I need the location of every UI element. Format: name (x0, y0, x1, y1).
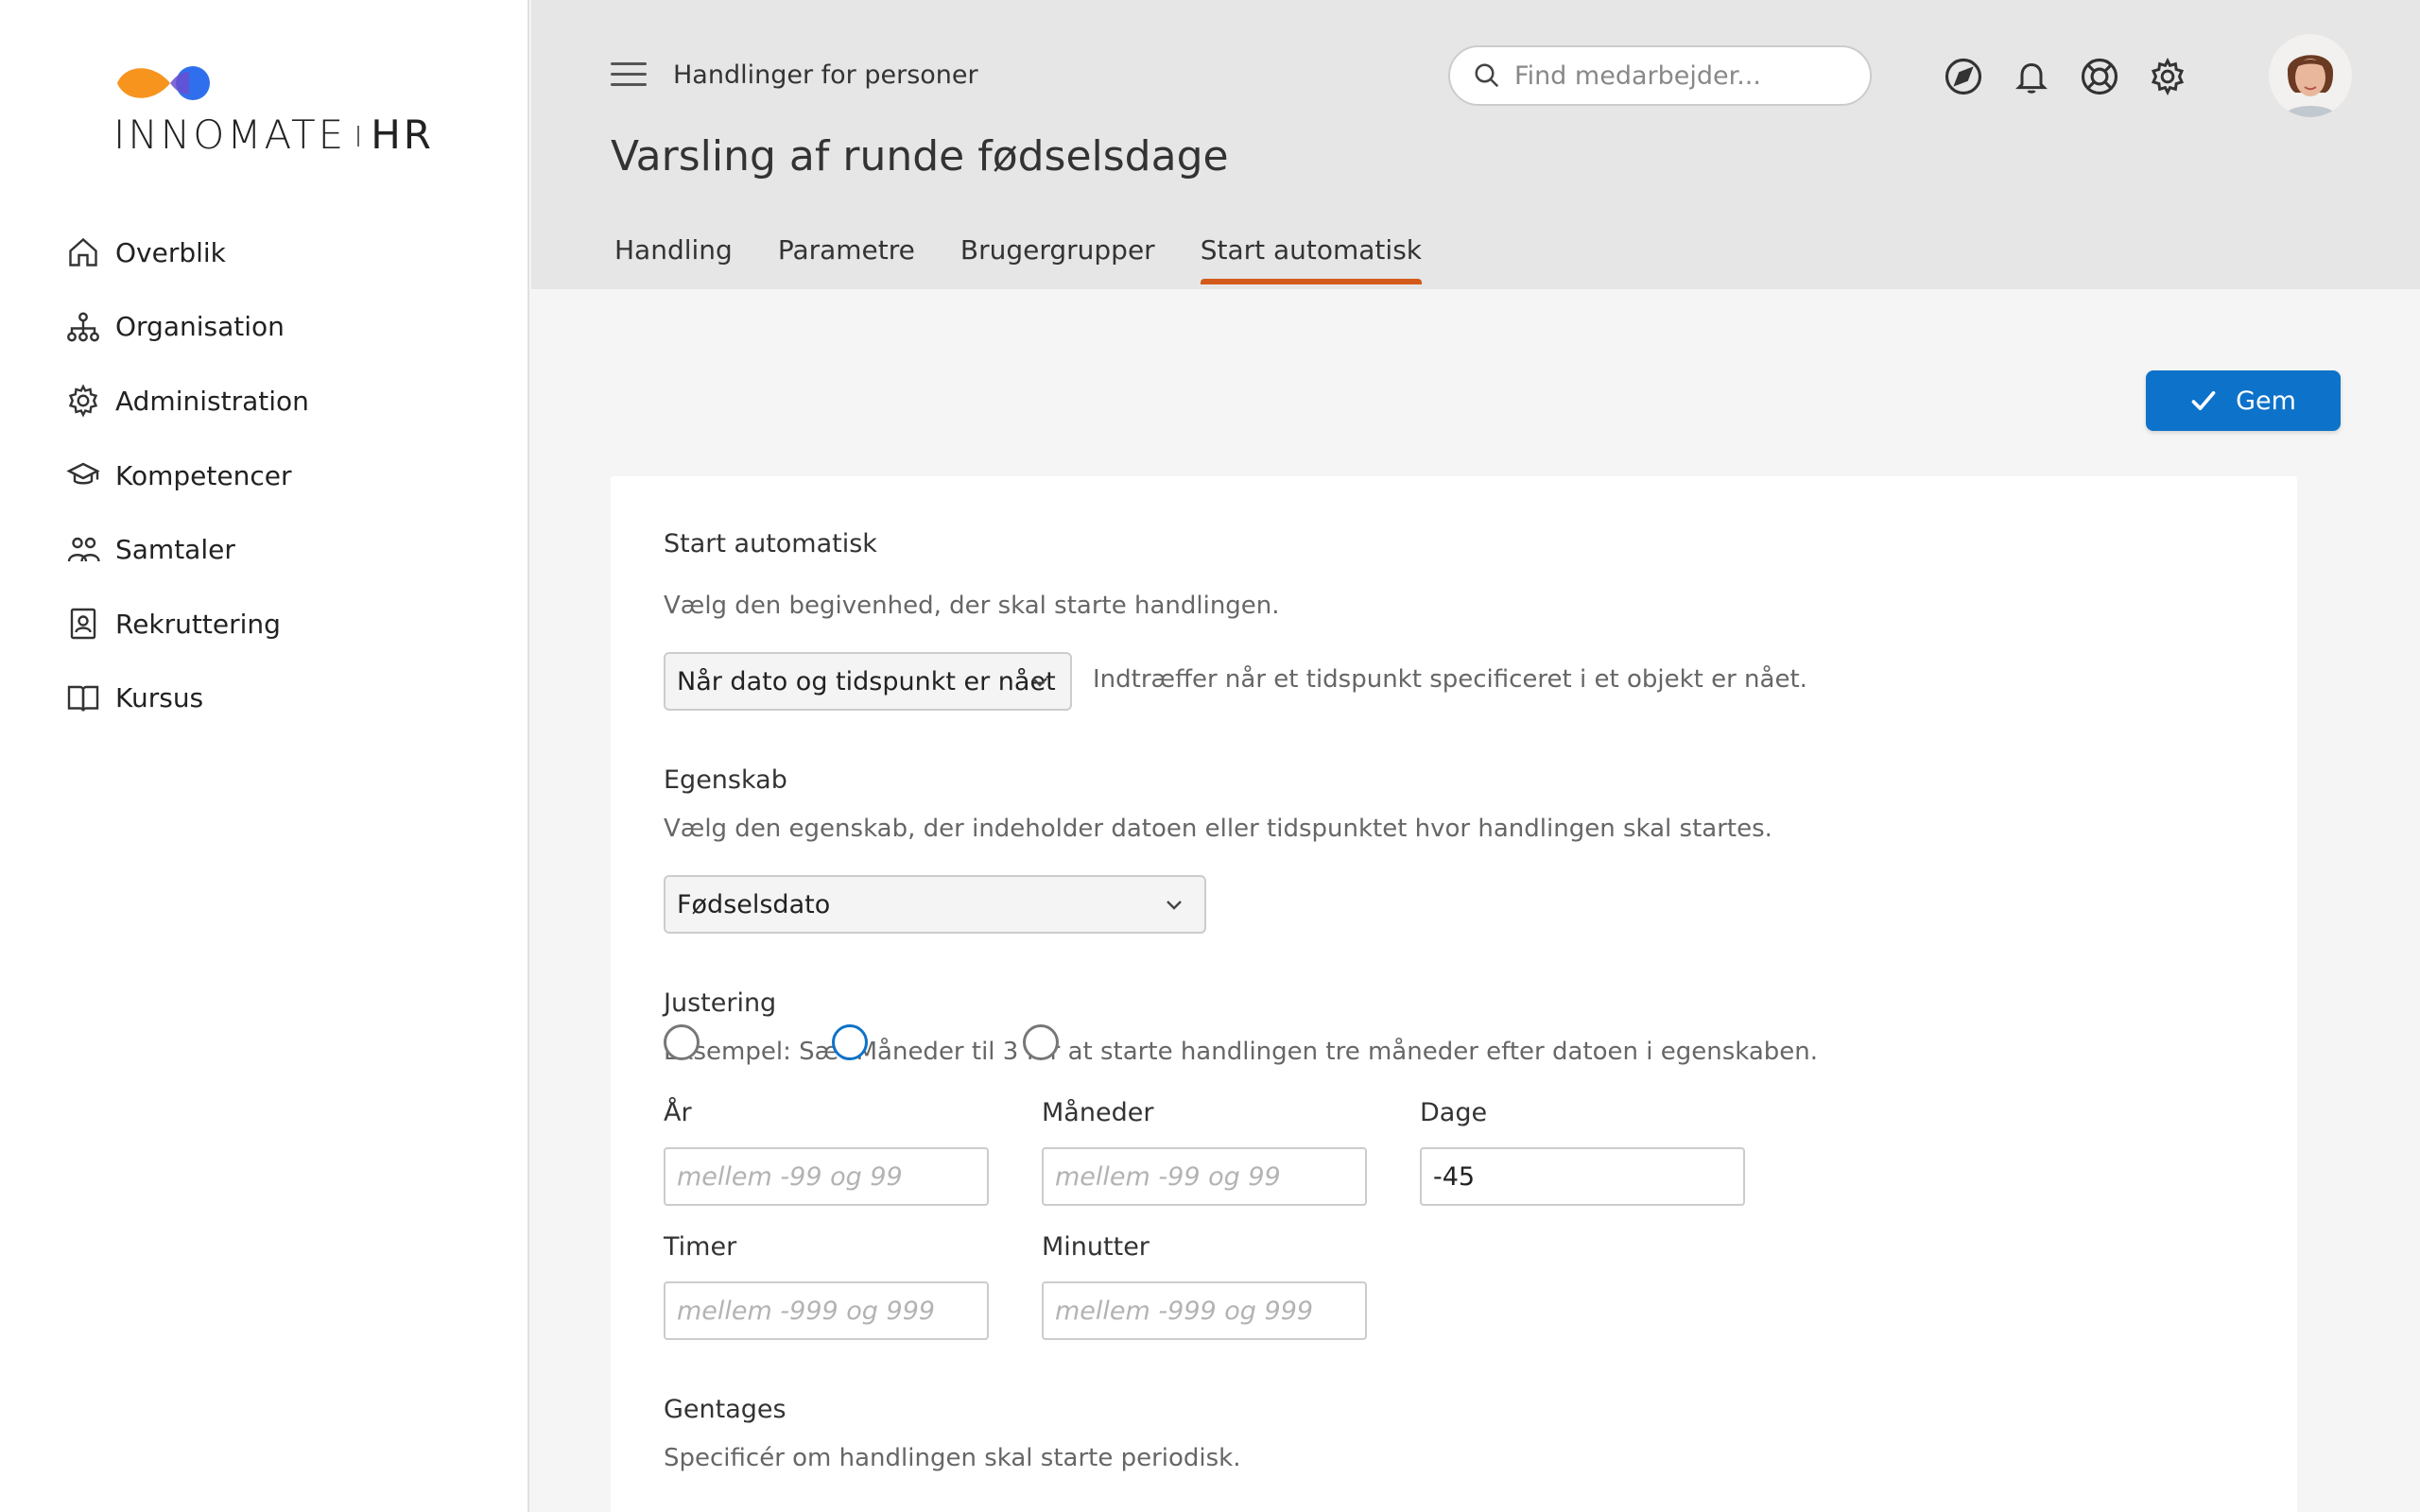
search-box[interactable] (1448, 45, 1872, 106)
menu-toggle-icon[interactable] (611, 62, 647, 91)
trigger-select[interactable]: Når dato og tidspunkt er nået (664, 652, 1072, 711)
chevron-down-icon (1032, 678, 1047, 687)
months-input[interactable] (1042, 1147, 1367, 1206)
sidebar-item-label: Organisation (115, 311, 285, 343)
page-header: Handlinger for personer Varsling af rund… (531, 0, 2420, 289)
property-select[interactable]: Fødselsdato (664, 875, 1206, 934)
sidebar-nav: Overblik Organisation Administration Kom… (64, 215, 309, 735)
sidebar-item-organisation[interactable]: Organisation (64, 290, 309, 365)
sidebar-item-label: Kompetencer (115, 459, 292, 491)
days-label: Dage (1420, 1098, 1488, 1127)
adjust-heading: Justering (664, 988, 777, 1018)
trigger-select-value: Når dato og tidspunkt er nået (677, 666, 1056, 696)
breadcrumb[interactable]: Handlinger for personer (673, 60, 978, 90)
navigate-icon[interactable] (1942, 55, 1985, 98)
tab-parametre[interactable]: Parametre (778, 234, 915, 284)
trigger-description: Indtræffer når et tidspunkt specificeret… (1093, 665, 1807, 694)
logo-name: INNOMATE (113, 112, 347, 158)
check-icon (2190, 389, 2217, 412)
hours-label: Timer (664, 1232, 737, 1262)
search-input[interactable] (1514, 60, 1855, 91)
hours-input[interactable] (664, 1281, 989, 1340)
sidebar-item-label: Overblik (115, 236, 226, 268)
repeat-option-radio[interactable] (1023, 1024, 1059, 1060)
save-button[interactable]: Gem (2146, 370, 2341, 431)
repeat-help: Specificér om handlingen skal starte per… (664, 1444, 1241, 1472)
days-input[interactable] (1420, 1147, 1745, 1206)
org-chart-icon (64, 308, 102, 346)
search-icon (1475, 63, 1499, 88)
sidebar-item-kursus[interactable]: Kursus (64, 662, 309, 736)
settings-icon[interactable] (2146, 55, 2189, 98)
sidebar-item-label: Samtaler (115, 534, 235, 566)
property-heading: Egenskab (664, 765, 787, 795)
logo-wordmark: INNOMATE HR (113, 112, 434, 158)
sidebar-item-rekruttering[interactable]: Rekruttering (64, 587, 309, 662)
sidebar-item-overblik[interactable]: Overblik (64, 215, 309, 290)
people-icon (64, 531, 102, 569)
tab-handling[interactable]: Handling (614, 234, 733, 284)
property-help: Vælg den egenskab, der indeholder datoen… (664, 815, 1772, 843)
sidebar-item-label: Administration (115, 385, 309, 417)
save-button-label: Gem (2236, 386, 2296, 416)
sidebar-item-label: Rekruttering (115, 608, 281, 640)
years-input[interactable] (664, 1147, 989, 1206)
bell-icon[interactable] (2010, 55, 2053, 98)
repeat-option-radio[interactable] (832, 1024, 868, 1060)
start-heading: Start automatisk (664, 529, 877, 558)
chevron-down-icon (1167, 901, 1182, 910)
sidebar-item-samtaler[interactable]: Samtaler (64, 512, 309, 587)
logo-suffix: HR (371, 112, 434, 158)
months-label: Måneder (1042, 1098, 1154, 1127)
tab-start-automatisk[interactable]: Start automatisk (1200, 234, 1423, 284)
repeat-heading: Gentages (664, 1395, 786, 1424)
user-portrait-icon (2269, 34, 2352, 117)
page-title: Varsling af runde fødselsdage (611, 132, 1229, 180)
minutes-label: Minutter (1042, 1232, 1150, 1262)
logo[interactable]: INNOMATE HR (113, 57, 431, 161)
gear-icon (64, 382, 102, 420)
sidebar: INNOMATE HR Overblik Organisation Adminis… (0, 0, 529, 1512)
sidebar-item-administration[interactable]: Administration (64, 364, 309, 438)
logo-mark-icon (117, 66, 210, 100)
minutes-input[interactable] (1042, 1281, 1367, 1340)
home-icon (64, 233, 102, 271)
property-select-value: Fødselsdato (677, 889, 831, 919)
sidebar-item-kompetencer[interactable]: Kompetencer (64, 438, 309, 513)
book-icon (64, 679, 102, 717)
repeat-option-radio[interactable] (664, 1024, 700, 1060)
tab-brugergrupper[interactable]: Brugergrupper (960, 234, 1155, 284)
tab-bar: Handling Parametre Brugergrupper Start a… (614, 234, 1467, 284)
lifebuoy-icon[interactable] (2078, 55, 2121, 98)
avatar[interactable] (2269, 34, 2352, 117)
id-card-icon (64, 605, 102, 643)
settings-card: Start automatisk Vælg den begivenhed, de… (611, 476, 2297, 1512)
sidebar-item-label: Kursus (115, 682, 204, 714)
graduation-cap-icon (64, 456, 102, 494)
start-help: Vælg den begivenhed, der skal starte han… (664, 592, 1280, 620)
logo-separator (357, 125, 360, 146)
years-label: År (664, 1098, 692, 1127)
